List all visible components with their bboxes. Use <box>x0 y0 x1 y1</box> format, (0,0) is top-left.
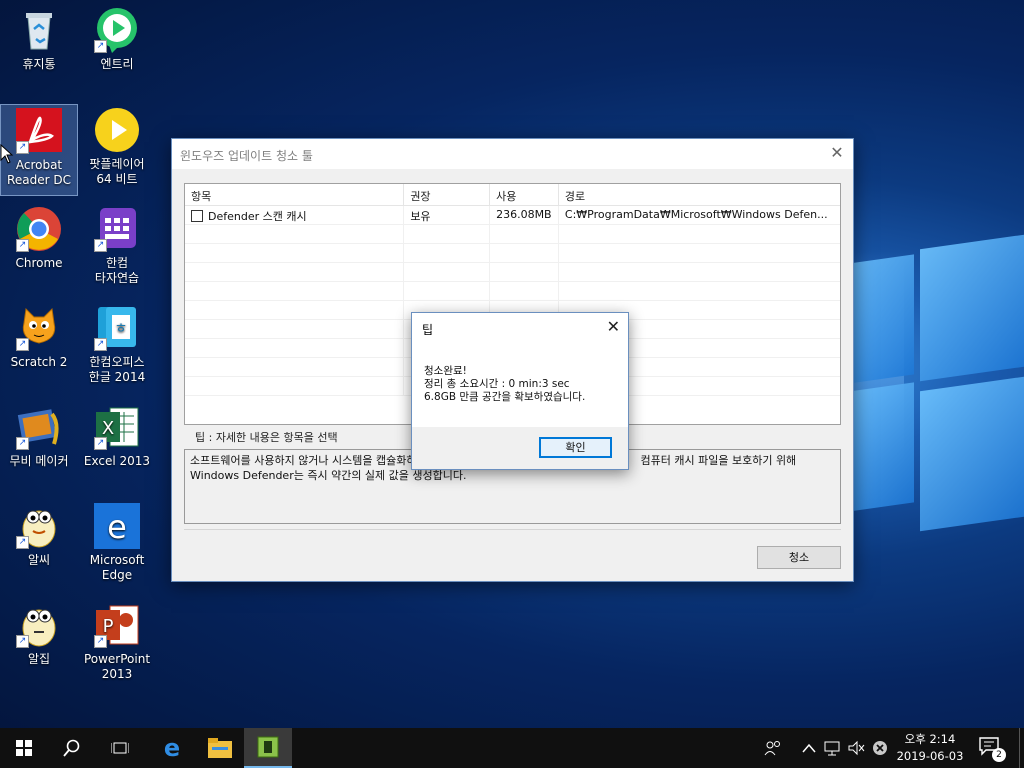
edge-taskbar-icon: e <box>163 734 181 762</box>
shortcut-arrow-icon: ↗ <box>16 338 29 351</box>
start-button[interactable] <box>0 728 48 768</box>
desktop-icon-entry[interactable]: ↗ 엔트리 <box>78 4 156 96</box>
people-icon[interactable] <box>764 728 782 768</box>
windows-start-icon <box>16 740 32 756</box>
window-title: 윈도우즈 업데이트 청소 툴 <box>180 149 313 163</box>
error-icon[interactable] <box>872 728 888 768</box>
row-usage-cell: 236.08MB <box>490 206 559 224</box>
taskbar: e 오후 2:14 2019-06-03 2 <box>0 728 1024 768</box>
desktop-icon-hancom-typing[interactable]: ↗ 한컴 타자연습 <box>78 203 156 295</box>
alzip-egg-icon: ↗ <box>16 602 62 648</box>
column-header-path[interactable]: 경로 <box>559 184 840 205</box>
desktop-icon-movie-maker[interactable]: ↗ 무비 메이커 <box>0 401 78 493</box>
dialog-footer: 확인 <box>412 427 628 469</box>
edge-icon: e <box>94 503 140 549</box>
action-center-button[interactable]: 2 <box>978 736 1008 762</box>
hangul-doc-icon: ㅎ ↗ <box>94 305 140 351</box>
entry-play-icon: ↗ <box>94 7 140 53</box>
mouse-cursor <box>0 143 14 167</box>
dialog-close-icon[interactable]: ✕ <box>607 319 620 335</box>
shortcut-arrow-icon: ↗ <box>16 536 29 549</box>
desktop-icon-microsoft-edge[interactable]: e Microsoft Edge <box>78 500 156 592</box>
clock-time: 오후 2:14 <box>904 732 956 746</box>
taskbar-file-explorer[interactable] <box>196 728 244 768</box>
taskbar-clock[interactable]: 오후 2:14 2019-06-03 <box>892 731 968 765</box>
excel-icon: X ↗ <box>94 404 140 450</box>
row-item-cell: Defender 스캔 캐시 <box>185 206 405 224</box>
search-icon <box>63 739 80 757</box>
volume-muted-icon[interactable] <box>848 728 866 768</box>
shortcut-arrow-icon: ↗ <box>94 40 107 53</box>
dialog-title: 팁 <box>422 323 434 337</box>
empty-row <box>185 263 840 282</box>
desktop-icon-excel-2013[interactable]: X ↗ Excel 2013 <box>78 401 156 493</box>
keyboard-icon: ↗ <box>94 206 140 252</box>
shortcut-arrow-icon: ↗ <box>94 437 107 450</box>
list-header: 항목 권장 사용 경로 <box>185 184 840 206</box>
empty-row <box>185 244 840 263</box>
shortcut-arrow-icon: ↗ <box>16 635 29 648</box>
svg-text:e: e <box>107 508 127 546</box>
ok-button[interactable]: 확인 <box>539 437 612 458</box>
row-path-cell: C:₩ProgramData₩Microsoft₩Windows Defen..… <box>564 208 828 221</box>
clean-button[interactable]: 청소 <box>757 546 841 569</box>
task-view-button[interactable] <box>96 728 144 768</box>
status-bar <box>184 529 841 537</box>
potplayer-icon <box>94 107 140 153</box>
notification-badge: 2 <box>992 748 1006 762</box>
column-header-recommend[interactable]: 권장 <box>404 184 491 205</box>
recycle-bin-icon <box>16 7 62 53</box>
taskbar-edge[interactable]: e <box>148 728 196 768</box>
chrome-icon: ↗ <box>16 206 62 252</box>
desktop-icon-scratch[interactable]: ↗ Scratch 2 <box>0 302 78 394</box>
svg-text:ㅎ: ㅎ <box>115 321 128 337</box>
clock-date: 2019-06-03 <box>896 749 964 763</box>
desktop-icon-alzip[interactable]: ↗ 알집 <box>0 599 78 691</box>
show-desktop-button[interactable] <box>1019 728 1024 768</box>
shortcut-arrow-icon: ↗ <box>94 239 107 252</box>
shortcut-arrow-icon: ↗ <box>16 239 29 252</box>
task-view-icon <box>111 742 129 754</box>
shortcut-arrow-icon: ↗ <box>94 635 107 648</box>
folder-icon <box>208 738 232 758</box>
search-button[interactable] <box>48 728 96 768</box>
tip-dialog: 팁 ✕ 청소완료! 정리 총 소요시간 : 0 min:3 sec 6.8GB … <box>411 312 629 470</box>
shortcut-arrow-icon: ↗ <box>16 437 29 450</box>
svg-text:X: X <box>102 418 114 439</box>
desktop-icon-powerpoint-2013[interactable]: P ↗ PowerPoint 2013 <box>78 599 156 691</box>
column-header-item[interactable]: 항목 <box>185 184 405 205</box>
desktop-icon-recycle-bin[interactable]: 휴지통 <box>0 4 78 96</box>
network-icon[interactable] <box>824 728 842 768</box>
desktop-icon-hangul-2014[interactable]: ㅎ ↗ 한컴오피스 한글 2014 <box>78 302 156 394</box>
chevron-up-icon[interactable] <box>802 728 816 768</box>
tip-legend: 팁 : 자세한 내용은 항목을 선택 <box>192 429 341 445</box>
empty-row <box>185 282 840 301</box>
empty-row <box>185 225 840 244</box>
shortcut-arrow-icon: ↗ <box>16 141 29 154</box>
row-recommend-cell: 보유 <box>404 206 491 224</box>
cleanup-tool-icon <box>257 736 279 758</box>
powerpoint-icon: P ↗ <box>94 602 140 648</box>
scratch-cat-icon: ↗ <box>16 305 62 351</box>
alsee-egg-icon: ↗ <box>16 503 62 549</box>
shortcut-arrow-icon: ↗ <box>94 338 107 351</box>
window-titlebar[interactable]: 윈도우즈 업데이트 청소 툴 ✕ <box>172 139 853 169</box>
acrobat-icon: ↗ <box>16 108 62 154</box>
desktop-icon-potplayer[interactable]: 팟플레이어 64 비트 <box>78 104 156 196</box>
desktop-icon-chrome[interactable]: ↗ Chrome <box>0 203 78 295</box>
desktop-icon-alsee[interactable]: ↗ 알씨 <box>0 500 78 592</box>
svg-text:P: P <box>103 616 114 637</box>
column-header-usage[interactable]: 사용 <box>490 184 559 205</box>
close-icon[interactable]: ✕ <box>829 145 845 161</box>
item-checkbox[interactable] <box>191 210 203 222</box>
table-row[interactable]: Defender 스캔 캐시 보유 236.08MB C:₩ProgramDat… <box>185 206 840 225</box>
movie-maker-icon: ↗ <box>16 404 62 450</box>
taskbar-cleanup-tool[interactable] <box>244 728 292 768</box>
dialog-message: 청소완료! 정리 총 소요시간 : 0 min:3 sec 6.8GB 만큼 공… <box>424 365 586 403</box>
